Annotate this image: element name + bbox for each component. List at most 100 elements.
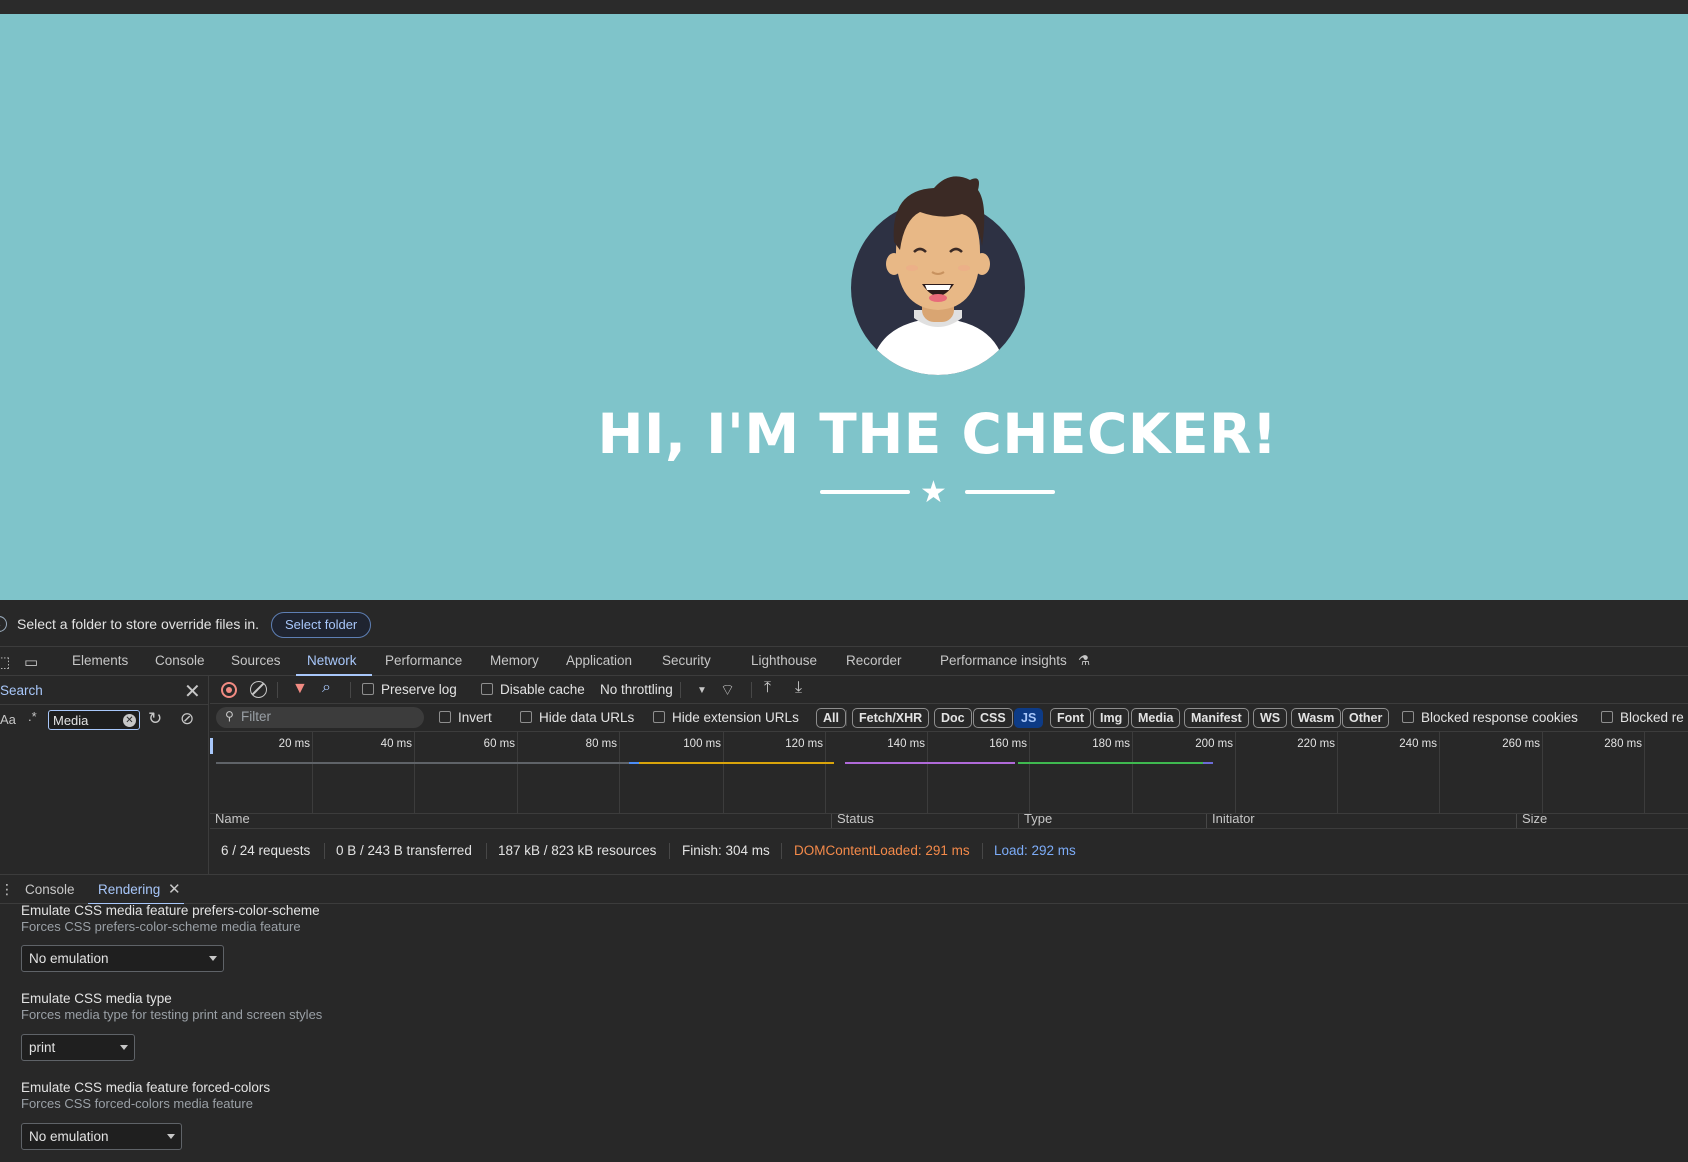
network-filter-bar: ⚲ Filter Invert Hide data URLs Hide exten… [210, 704, 1688, 732]
tab-console[interactable]: Console [155, 653, 205, 668]
import-har-icon[interactable]: ⤒ [764, 679, 771, 697]
network-conditions-icon[interactable]: ⌔ [720, 680, 735, 700]
summary-requests: 6 / 24 requests [221, 843, 311, 858]
type-chip-js[interactable]: JS [1014, 708, 1044, 728]
type-chip-ws[interactable]: WS [1253, 708, 1288, 728]
network-panel: ▼ ⌕ Preserve log Disable cache No thrott… [210, 676, 1688, 874]
type-chip-doc[interactable]: Doc [934, 708, 972, 728]
blocked-requests-checkbox[interactable]: Blocked re [1601, 710, 1684, 725]
type-chip-all[interactable]: All [816, 708, 846, 728]
match-case-toggle[interactable]: Aa [0, 712, 16, 727]
network-overview-timeline[interactable]: 20 ms 40 ms 60 ms 80 ms 100 ms 120 ms 14… [210, 732, 1688, 814]
tab-lighthouse[interactable]: Lighthouse [751, 653, 817, 668]
inspect-element-icon[interactable]: ⬚ [0, 653, 10, 671]
tick-label: 120 ms [785, 738, 823, 750]
tab-performance-insights[interactable]: Performance insights [940, 653, 1067, 668]
tick-label: 240 ms [1399, 738, 1437, 750]
tick-label: 160 ms [989, 738, 1027, 750]
type-chip-other[interactable]: Other [1342, 708, 1390, 728]
tick-label: 180 ms [1092, 738, 1130, 750]
type-chip-font[interactable]: Font [1050, 708, 1092, 728]
waterfall-bar [845, 762, 1015, 764]
tab-sources[interactable]: Sources [231, 653, 281, 668]
clear-icon[interactable] [250, 681, 267, 698]
search-pane: Search ✕ Aa .* ✕ ↻ ⊘ [0, 676, 209, 874]
drawer-tabbar: ⋮ Console Rendering ✕ [0, 874, 1688, 905]
tab-network[interactable]: Network [307, 653, 357, 668]
search-icon[interactable]: ⌕ [322, 679, 331, 697]
close-tab-icon[interactable]: ✕ [168, 880, 181, 898]
column-size[interactable]: Size [1522, 814, 1547, 826]
forced-colors-select[interactable]: No emulation [21, 1123, 182, 1150]
column-name[interactable]: Name [215, 814, 250, 826]
tab-recorder[interactable]: Recorder [846, 653, 902, 668]
infobar-message: Select a folder to store override files … [17, 616, 260, 632]
drawer-tab-console[interactable]: Console [25, 882, 75, 897]
column-status[interactable]: Status [837, 814, 874, 826]
devtools-main-tabbar: ⬚ ▭ Elements Console Sources Network Per… [0, 647, 1688, 676]
tick-label: 100 ms [683, 738, 721, 750]
tick-label: 40 ms [380, 738, 412, 750]
refresh-icon[interactable]: ↻ [148, 709, 162, 729]
flask-icon: ⚗ [1078, 653, 1091, 668]
search-pane-title: Search [0, 683, 43, 698]
tab-memory[interactable]: Memory [490, 653, 539, 668]
filter-input[interactable]: ⚲ Filter [216, 707, 424, 728]
media-type-desc: Forces media type for testing print and … [21, 1007, 323, 1022]
type-chip-img[interactable]: Img [1093, 708, 1130, 728]
network-summary-bar: 6 / 24 requests 0 B / 243 B transferred … [210, 828, 1688, 874]
tick-label: 140 ms [887, 738, 925, 750]
waterfall-bar [1203, 762, 1213, 764]
type-chip-fetch-xhr[interactable]: Fetch/XHR [852, 708, 930, 728]
tab-elements[interactable]: Elements [72, 653, 128, 668]
tab-application[interactable]: Application [566, 653, 632, 668]
blocked-cookies-checkbox[interactable]: Blocked response cookies [1402, 710, 1578, 725]
waterfall-bar [216, 762, 636, 764]
filter-funnel-icon: ⚲ [225, 709, 234, 723]
browser-top-strip [0, 0, 1688, 14]
tab-performance[interactable]: Performance [385, 653, 462, 668]
regex-toggle[interactable]: .* [28, 709, 37, 724]
color-scheme-select[interactable]: No emulation [21, 945, 224, 972]
color-scheme-desc: Forces CSS prefers-color-scheme media fe… [21, 919, 301, 934]
drawer-tab-rendering[interactable]: Rendering [98, 882, 160, 897]
clear-search-icon[interactable]: ✕ [123, 714, 136, 727]
export-har-icon[interactable]: ⤓ [795, 679, 802, 697]
select-folder-button[interactable]: Select folder [271, 612, 372, 638]
overrides-infobar: i Select a folder to store override file… [0, 600, 1688, 647]
tick-label: 20 ms [278, 738, 310, 750]
chevron-down-icon [209, 956, 217, 961]
throttling-select[interactable]: No throttling [600, 682, 673, 697]
rendering-panel: Emulate CSS media feature prefers-color-… [0, 903, 1688, 1162]
hide-data-urls-checkbox[interactable]: Hide data URLs [520, 710, 634, 725]
type-chip-manifest[interactable]: Manifest [1184, 708, 1249, 728]
column-initiator[interactable]: Initiator [1212, 814, 1255, 826]
timeline-selection-handle[interactable] [210, 738, 213, 754]
star-divider: ★ [820, 478, 1055, 508]
close-icon[interactable]: ✕ [184, 679, 201, 704]
network-toolbar: ▼ ⌕ Preserve log Disable cache No thrott… [210, 676, 1688, 704]
type-chip-media[interactable]: Media [1131, 708, 1181, 728]
tab-security[interactable]: Security [662, 653, 711, 668]
filter-icon[interactable]: ▼ [292, 680, 308, 698]
color-scheme-title: Emulate CSS media feature prefers-color-… [21, 903, 320, 918]
disable-cache-checkbox[interactable]: Disable cache [481, 682, 585, 697]
hide-extension-urls-checkbox[interactable]: Hide extension URLs [653, 710, 799, 725]
page-viewport: HI, I'M THE CHECKER! ★ [0, 14, 1688, 600]
type-chip-wasm[interactable]: Wasm [1291, 708, 1342, 728]
device-toolbar-icon[interactable]: ▭ [24, 653, 38, 671]
forced-colors-title: Emulate CSS media feature forced-colors [21, 1080, 271, 1095]
hero-title: HI, I'M THE CHECKER! [597, 402, 1278, 466]
drawer-menu-icon[interactable]: ⋮ [0, 881, 14, 898]
type-chip-css[interactable]: CSS [973, 708, 1013, 728]
media-type-select[interactable]: print [21, 1034, 135, 1061]
clear-results-icon[interactable]: ⊘ [180, 709, 194, 729]
column-type[interactable]: Type [1024, 814, 1052, 826]
summary-resources: 187 kB / 823 kB resources [498, 843, 657, 858]
chevron-down-icon[interactable]: ▼ [697, 685, 707, 696]
divider-line-left [820, 490, 910, 494]
summary-finish: Finish: 304 ms [682, 843, 770, 858]
preserve-log-checkbox[interactable]: Preserve log [362, 682, 457, 697]
record-icon[interactable] [221, 682, 237, 698]
invert-checkbox[interactable]: Invert [439, 710, 492, 725]
